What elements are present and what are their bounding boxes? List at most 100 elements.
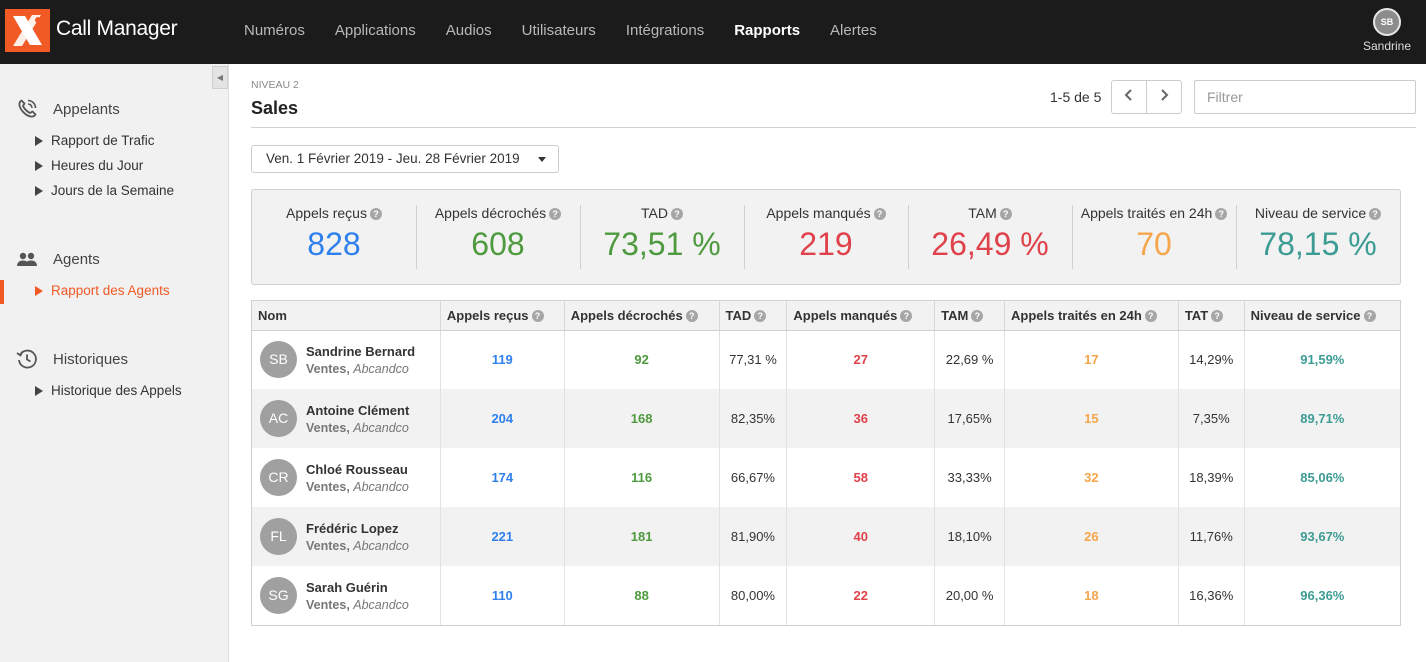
sidebar-item-label: Jours de la Semaine <box>51 183 175 198</box>
column-header-label: Appels décrochés <box>570 307 683 323</box>
table-row[interactable]: SB Sandrine Bernard Ventes, Abcandco 119 9… <box>252 330 1400 389</box>
stat-appels-decroches: Appels décrochés? 608 <box>416 205 580 269</box>
cell-appels-manques: 36 <box>786 389 936 448</box>
cell-appels-manques: 27 <box>786 330 936 389</box>
help-icon[interactable]: ? <box>900 309 913 322</box>
user-menu[interactable]: SB Sandrine <box>1348 0 1426 64</box>
nav-rapports[interactable]: Rapports <box>719 0 815 64</box>
stat-value: 73,51 % <box>603 226 721 262</box>
sidebar-item-label: Heures du Jour <box>51 158 144 173</box>
column-header-label: TAD <box>725 307 752 323</box>
stat-appels-recus: Appels reçus? 828 <box>252 205 416 269</box>
cell-appels-traites-24h: 15 <box>1004 389 1179 448</box>
stat-value: 70 <box>1136 226 1172 262</box>
help-icon[interactable]: ? <box>971 309 984 322</box>
agent-cell: CR Chloé Rousseau Ventes, Abcandco <box>252 448 441 507</box>
table-row[interactable]: SG Sarah Guérin Ventes, Abcandco 110 88 80… <box>252 566 1400 625</box>
help-icon[interactable]: ? <box>531 309 544 322</box>
column-header-appels-decroches[interactable]: Appels décrochés? <box>564 301 720 331</box>
cell-tat: 18,39% <box>1178 448 1245 507</box>
cell-tat: 7,35% <box>1178 389 1245 448</box>
help-icon[interactable]: ? <box>1211 309 1224 322</box>
column-header-appels-recus[interactable]: Appels reçus? <box>440 301 565 331</box>
sidebar-section-label: Agents <box>53 250 100 268</box>
column-header-appels-manques[interactable]: Appels manqués? <box>786 301 936 331</box>
filter-input[interactable] <box>1194 80 1416 114</box>
cell-appels-decroches: 88 <box>564 566 720 625</box>
help-icon[interactable]: ? <box>1144 309 1157 322</box>
date-range-dropdown[interactable]: Ven. 1 Février 2019 - Jeu. 28 Février 20… <box>251 145 559 173</box>
cell-tad: 81,90% <box>719 507 788 566</box>
sidebar-item-heures-jour[interactable]: Heures du Jour <box>35 158 143 173</box>
cell-appels-traites-24h: 26 <box>1004 507 1179 566</box>
help-icon[interactable]: ? <box>1363 309 1376 322</box>
column-header-tam[interactable]: TAM? <box>934 301 1005 331</box>
help-icon[interactable]: ? <box>685 309 698 322</box>
user-avatar[interactable]: SB <box>1373 8 1401 36</box>
cell-appels-decroches: 181 <box>564 507 720 566</box>
cell-tam: 20,00 % <box>934 566 1005 625</box>
avatar: AC <box>260 400 297 437</box>
prev-page-button[interactable] <box>1112 81 1146 113</box>
stat-label: Appels reçus <box>286 205 367 221</box>
cell-appels-decroches: 168 <box>564 389 720 448</box>
stat-value: 608 <box>471 226 525 262</box>
help-icon[interactable]: ? <box>873 208 886 220</box>
sidebar-collapse-button[interactable]: ◀ <box>212 66 228 89</box>
column-header-niveau-service[interactable]: Niveau de service? <box>1244 301 1400 331</box>
active-indicator <box>0 280 4 304</box>
main-content: NIVEAU 2 Sales 1-5 de 5 Ven. 1 Février 2… <box>229 64 1426 662</box>
sidebar-item-rapport-agents[interactable]: Rapport des Agents <box>35 283 170 298</box>
column-header-tat[interactable]: TAT? <box>1178 301 1245 331</box>
cell-niveau-service: 85,06% <box>1300 470 1345 485</box>
stat-appels-traites-24h: Appels traités en 24h? 70 <box>1072 205 1236 269</box>
cell-appels-recus: 174 <box>440 448 565 507</box>
table-row[interactable]: AC Antoine Clément Ventes, Abcandco 204 16… <box>252 389 1400 448</box>
nav-alertes[interactable]: Alertes <box>815 0 892 64</box>
sidebar-section-historiques: Historiques <box>15 345 128 373</box>
pagination-buttons <box>1111 80 1182 114</box>
cell-appels-recus: 204 <box>440 389 565 448</box>
column-header-nom[interactable]: Nom <box>252 301 441 331</box>
nav-utilisateurs[interactable]: Utilisateurs <box>507 0 611 64</box>
phone-icon <box>18 99 37 118</box>
sidebar-item-rapport-trafic[interactable]: Rapport de Trafic <box>35 133 155 148</box>
help-icon[interactable]: ? <box>1215 208 1228 220</box>
help-icon[interactable]: ? <box>999 208 1012 220</box>
column-header-appels-traites-24h[interactable]: Appels traités en 24h? <box>1004 301 1179 331</box>
stat-niveau-service: Niveau de service? 78,15 % <box>1236 205 1400 269</box>
nav-audios[interactable]: Audios <box>431 0 507 64</box>
help-icon[interactable]: ? <box>369 208 382 220</box>
table-row[interactable]: FL Frédéric Lopez Ventes, Abcandco 221 181… <box>252 507 1400 566</box>
sidebar-item-historique-appels[interactable]: Historique des Appels <box>35 383 182 398</box>
user-name[interactable]: Sandrine <box>1348 39 1426 53</box>
help-icon[interactable]: ? <box>670 208 683 220</box>
next-page-button[interactable] <box>1146 81 1181 113</box>
sidebar-section-appelants: Appelants <box>15 95 120 123</box>
agent-team: Ventes <box>306 538 347 553</box>
nav-numeros[interactable]: Numéros <box>229 0 320 64</box>
summary-stats: Appels reçus? 828 Appels décrochés? 608 … <box>251 189 1401 285</box>
nav-integrations[interactable]: Intégrations <box>611 0 719 64</box>
sidebar-item-label: Rapport de Trafic <box>51 133 155 148</box>
sidebar-item-label: Rapport des Agents <box>51 283 170 298</box>
app-title[interactable]: Call Manager <box>56 17 178 41</box>
table-row[interactable]: CR Chloé Rousseau Ventes, Abcandco 174 116… <box>252 448 1400 507</box>
help-icon[interactable]: ? <box>549 208 562 220</box>
agent-company: Abcandco <box>353 479 409 494</box>
stat-tam: TAM? 26,49 % <box>908 205 1072 269</box>
agent-name: Frédéric Lopez <box>306 520 399 536</box>
help-icon[interactable]: ? <box>754 309 767 322</box>
nav-applications[interactable]: Applications <box>320 0 431 64</box>
app-logo-icon[interactable] <box>5 9 50 52</box>
chevron-left-icon <box>1124 89 1132 101</box>
agent-cell: FL Frédéric Lopez Ventes, Abcandco <box>252 507 441 566</box>
cell-tat: 14,29% <box>1178 330 1245 389</box>
caret-right-icon <box>35 185 43 196</box>
sidebar-item-jours-semaine[interactable]: Jours de la Semaine <box>35 183 174 198</box>
cell-niveau-service: 91,59% <box>1300 352 1345 368</box>
users-icon <box>17 252 37 266</box>
help-icon[interactable]: ? <box>1369 208 1382 220</box>
stat-label: Appels manqués <box>766 205 871 221</box>
column-header-tad[interactable]: TAD? <box>719 301 788 331</box>
